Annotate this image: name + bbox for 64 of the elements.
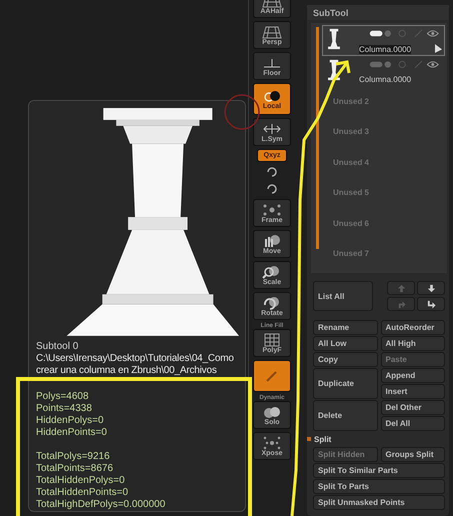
visibility-toggles-icon (368, 60, 440, 68)
subtool-slot-label: Unused 3 (333, 127, 370, 136)
dots-icon (262, 436, 282, 450)
column-thumbnail (327, 28, 341, 50)
subtool-action-button[interactable]: All Low (313, 336, 378, 351)
move-down-button[interactable] (417, 281, 445, 295)
stat-line: TotalHiddenPoints=0 (36, 487, 130, 499)
stat-line: TotalPoints=8676 (36, 463, 114, 475)
subtool-action-button[interactable]: Duplicate (313, 368, 378, 399)
visibility-toggles-icon (368, 29, 440, 38)
bent-arrow-icon (396, 300, 406, 308)
stat-line: HiddenPolys=0 (36, 415, 105, 427)
subtool-name: Columna.0000 (359, 75, 412, 84)
subtool-label: Subtool 0 (36, 341, 80, 353)
arrow-icon (426, 284, 436, 292)
arrow-icon (396, 284, 406, 292)
stat-line: HiddenPoints=0 (36, 427, 108, 439)
subtool-slot-label: Unused 6 (333, 218, 370, 228)
magnifier-icon (262, 264, 282, 278)
column-thumbnail (327, 58, 341, 80)
stat-line: TotalPolys=9216 (36, 451, 111, 463)
frame-icon (262, 202, 282, 216)
perspective-grid-icon (262, 24, 282, 38)
section-marker-icon (307, 437, 311, 441)
subtool-action-button[interactable]: Split To Similar Parts (313, 463, 445, 478)
grid-icon (262, 332, 282, 346)
subtool-action-button[interactable]: Insert (380, 384, 445, 399)
stat-line: Points=4338 (36, 403, 93, 415)
stat-line: Polys=4608 (36, 391, 90, 403)
rotate-icon (262, 296, 282, 310)
subtool-action-button[interactable]: Del All (380, 416, 445, 431)
subtool-slot-label: Unused 5 (333, 188, 370, 198)
subtool-item[interactable]: Columna.0000 (322, 56, 445, 86)
subtool-slot-label: Unused 2 (333, 96, 370, 106)
subtool-action-button[interactable]: AutoReorder (380, 320, 445, 335)
subtool-action-button[interactable]: All High (380, 336, 445, 351)
subtool-action-button[interactable]: Rename (313, 320, 378, 335)
turn-down-button[interactable] (417, 297, 445, 311)
brush-button[interactable] (253, 360, 291, 392)
panel-title: SubTool (307, 5, 449, 20)
section-header[interactable]: Split (314, 434, 332, 444)
target-icon (262, 88, 282, 102)
subtool-action-button[interactable]: Delete (313, 400, 378, 431)
subtool-action-button[interactable]: Del Other (380, 400, 445, 415)
subtool-action-button[interactable]: Append (380, 368, 445, 383)
subtool-item[interactable]: Columna.0000 (322, 25, 445, 56)
subtool-action-button[interactable]: Copy (313, 352, 378, 367)
file-path: crear una columna en Zbrush\00_Archivos (36, 365, 218, 377)
symmetry-icon (262, 122, 282, 136)
stat-line: TotalHiddenPolys=0 (36, 475, 126, 487)
subtool-name: Columna.0000 (359, 44, 412, 54)
stat-line: TotalHighDefPolys=0.000000 (36, 499, 166, 511)
subtool-action-button[interactable]: Split To Parts (313, 479, 445, 494)
brush-cursor-icon (222, 92, 262, 132)
scroll-bar[interactable] (316, 27, 319, 249)
list-all-button[interactable]: List All (313, 281, 373, 311)
spheres-icon (262, 404, 282, 418)
pointer-icon (435, 44, 442, 52)
subtool-action-button[interactable]: Groups Split (380, 447, 445, 462)
subtool-slot-label: Unused 7 (333, 249, 370, 258)
file-path: C:\Users\Irensay\Desktop\Tutoriales\04_Como (36, 353, 235, 365)
bent-arrow-icon (426, 300, 436, 308)
subtool-slot-label: Unused 4 (333, 158, 370, 167)
subtool-action-button[interactable]: Split Unmasked Points (313, 495, 445, 510)
